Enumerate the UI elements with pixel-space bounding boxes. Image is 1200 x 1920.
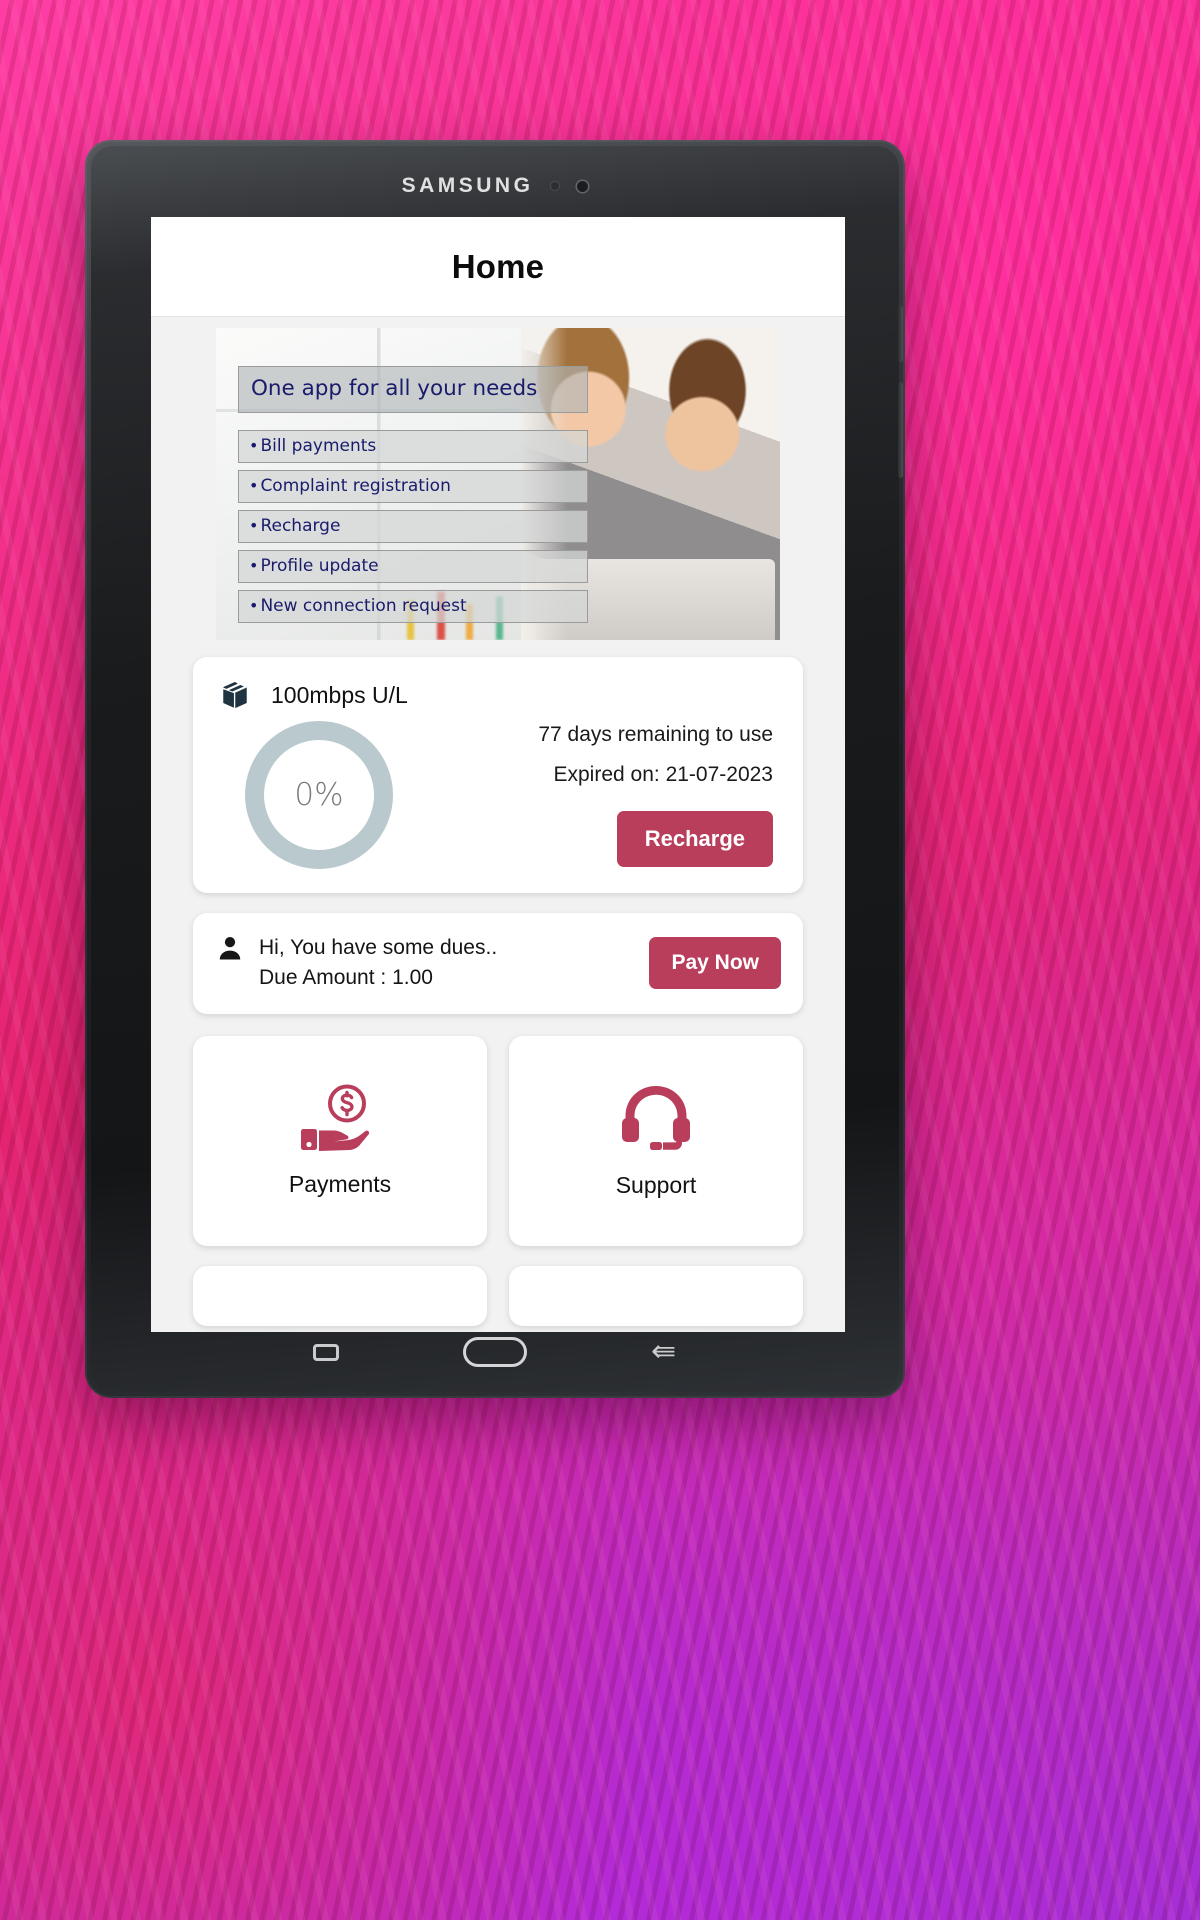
recent-apps-icon[interactable]	[313, 1343, 340, 1361]
banner-feature-label: Recharge	[260, 516, 341, 536]
back-icon[interactable]: ⇛	[651, 1335, 676, 1368]
tablet-bezel: SAMSUNG Home One app for all your needs	[91, 146, 903, 1392]
banner-feature-item: • Bill payments	[238, 430, 588, 463]
banner-headline: One app for all your needs	[238, 366, 588, 413]
due-amount-label: Due Amount : 1.00	[259, 966, 433, 990]
tile-placeholder[interactable]	[509, 1265, 803, 1326]
bullet-icon: •	[249, 596, 259, 615]
usage-ring-wrapper: 0%	[219, 721, 419, 869]
proximity-sensor-icon	[551, 182, 560, 190]
banner-feature-item: • Profile update	[238, 550, 588, 583]
app-content-scroll[interactable]: One app for all your needs • Bill payment…	[151, 317, 845, 1332]
banner-feature-label: Profile update	[260, 556, 379, 576]
power-button[interactable]	[898, 306, 903, 362]
tile-placeholder[interactable]	[193, 1265, 487, 1326]
dues-text-block: Hi, You have some dues.. Due Amount : 1.…	[259, 933, 497, 994]
plan-card-header: 100mbps U/L	[219, 679, 777, 711]
days-remaining-label: 77 days remaining to use	[538, 723, 773, 746]
bullet-icon: •	[249, 436, 259, 455]
device-brand-bar: SAMSUNG	[91, 154, 899, 218]
recharge-button[interactable]: Recharge	[616, 811, 773, 867]
plan-card-body: 0% 77 days remaining to use Expired on: …	[219, 721, 777, 869]
banner-feature-label: Complaint registration	[260, 476, 451, 496]
dues-message-group: Hi, You have some dues.. Due Amount : 1.…	[215, 933, 497, 994]
hand-holding-dollar-icon	[297, 1083, 383, 1153]
front-camera-icon	[577, 180, 589, 192]
tablet-device: SAMSUNG Home One app for all your needs	[85, 140, 905, 1398]
plan-name-label: 100mbps U/L	[271, 681, 408, 708]
banner-feature-item: • Recharge	[238, 510, 588, 543]
quick-actions-grid-next-row	[193, 1265, 803, 1326]
page-title: Home	[451, 247, 545, 285]
samsung-logo: SAMSUNG	[401, 174, 534, 197]
promo-banner[interactable]: One app for all your needs • Bill payment…	[216, 328, 780, 640]
headset-icon	[616, 1082, 696, 1154]
app-header: Home	[151, 217, 845, 317]
tile-support[interactable]: Support	[509, 1035, 803, 1246]
banner-feature-item: • Complaint registration	[238, 470, 588, 503]
package-box-icon	[219, 679, 251, 711]
expiry-date-label: Expired on: 21-07-2023	[553, 763, 774, 786]
plan-details: 77 days remaining to use Expired on: 21-…	[419, 723, 777, 867]
bullet-icon: •	[249, 556, 259, 575]
tile-payments[interactable]: Payments	[193, 1035, 487, 1246]
plan-card: 100mbps U/L 0% 77 days remaining to use …	[193, 657, 803, 893]
home-icon[interactable]	[463, 1337, 528, 1367]
volume-button[interactable]	[898, 382, 903, 478]
person-icon	[215, 933, 245, 963]
pay-now-button[interactable]: Pay Now	[649, 937, 781, 990]
bullet-icon: •	[249, 476, 259, 495]
dues-card: Hi, You have some dues.. Due Amount : 1.…	[193, 913, 803, 1014]
usage-percent-label: 0%	[294, 777, 344, 813]
tile-payments-label: Payments	[288, 1171, 392, 1198]
tile-support-label: Support	[615, 1172, 697, 1199]
bullet-icon: •	[249, 516, 259, 535]
android-nav-bar: ⇛	[151, 1322, 839, 1382]
banner-text-block: One app for all your needs • Bill payment…	[238, 366, 588, 630]
dues-message-label: Hi, You have some dues..	[259, 936, 498, 959]
usage-progress-ring: 0%	[245, 721, 393, 869]
banner-feature-item: • New connection request	[238, 590, 588, 623]
banner-feature-label: New connection request	[260, 596, 467, 616]
tablet-screen: Home One app for all your needs • Bill pa…	[151, 217, 845, 1332]
quick-actions-grid: Payments Support	[193, 1035, 803, 1246]
banner-feature-label: Bill payments	[260, 436, 377, 456]
